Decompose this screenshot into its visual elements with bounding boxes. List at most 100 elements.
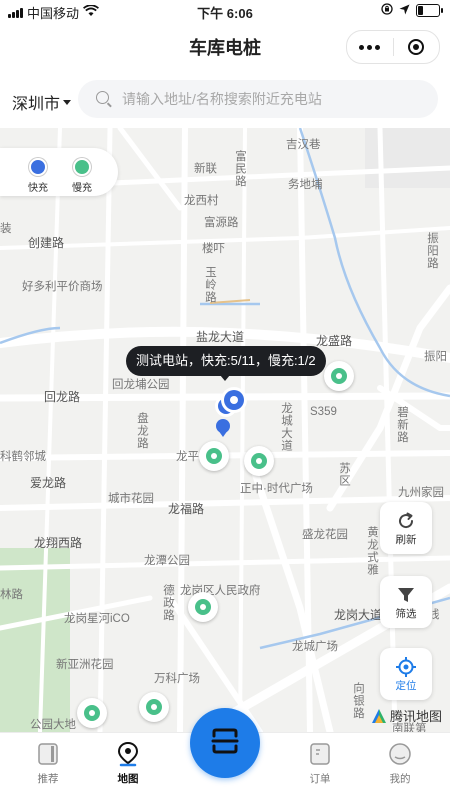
map-pin-icon	[98, 741, 158, 767]
order-icon	[290, 741, 350, 767]
place-label: 新亚洲花园	[56, 659, 114, 671]
target-circle-icon	[408, 39, 425, 55]
orientation-lock-icon	[381, 3, 393, 18]
location-arrow-icon	[399, 3, 410, 18]
more-dots-icon	[359, 44, 381, 50]
road-label: 向银路	[352, 682, 364, 720]
road-label: 玉岭路	[204, 266, 216, 304]
station-marker[interactable]	[77, 698, 107, 728]
road-label: 德政路	[162, 584, 174, 622]
station-marker[interactable]	[199, 441, 229, 471]
map-view[interactable]: 吉汉巷 新联 富民路 务地埔 龙西村 富源路 装 创建路 楼吓 玉岭路 好多利平…	[0, 128, 450, 732]
refresh-icon	[380, 510, 432, 532]
place-label: 九州家园	[398, 487, 444, 499]
road-label: 盐龙大道	[196, 330, 245, 344]
tab-mine[interactable]: 我的	[370, 741, 430, 786]
refresh-label: 刷新	[395, 534, 417, 546]
place-label: 龙岗星河iCO	[64, 613, 130, 625]
tab-orders-label: 订单	[309, 773, 331, 785]
legend-fast-label: 快充	[28, 183, 48, 194]
place-label: 龙城广场	[292, 641, 338, 653]
battery-icon	[416, 4, 443, 17]
road-label: 回龙路	[44, 390, 81, 404]
scan-icon	[210, 726, 240, 761]
station-tooltip[interactable]: 测试电站，快充:5/11，慢充:1/2	[126, 346, 326, 381]
filter-button[interactable]: 筛选	[380, 576, 432, 628]
legend-fast: 快充	[20, 158, 56, 194]
place-label: 盛龙花园	[302, 529, 348, 541]
place-label: 科鹤邻城	[0, 451, 46, 463]
station-marker[interactable]	[139, 692, 169, 722]
more-button[interactable]	[347, 31, 393, 63]
search-input[interactable]	[122, 80, 422, 118]
place-label: 龙平	[176, 451, 199, 463]
station-marker[interactable]	[188, 592, 218, 622]
place-label: 回龙埔公园	[112, 379, 170, 391]
road-label: 龙城大道	[280, 402, 292, 452]
road-label: S359	[310, 406, 337, 418]
place-label: 龙潭公园	[144, 555, 190, 567]
city-label: 深圳市	[12, 96, 61, 113]
place-label: 装	[0, 223, 12, 235]
place-label: 万科广场	[154, 673, 200, 685]
road-label: 富民路	[234, 150, 246, 188]
locate-label: 定位	[395, 680, 417, 692]
caret-down-icon	[63, 99, 72, 105]
city-selector[interactable]: 深圳市	[12, 90, 72, 114]
place-label: 公园大地	[30, 719, 76, 731]
refresh-button[interactable]: 刷新	[380, 502, 432, 554]
road-label: 碧新路	[396, 406, 408, 444]
crosshair-icon	[380, 656, 432, 678]
tab-map[interactable]: 地图	[98, 741, 158, 786]
tab-mine-label: 我的	[389, 773, 411, 785]
charger-legend: 快充 慢充	[0, 148, 118, 196]
place-label: 吉汉巷	[286, 139, 321, 151]
place-label: 振阳	[424, 351, 447, 363]
slow-charge-dot-icon	[73, 158, 91, 176]
road-label: 龙翔西路	[34, 536, 83, 550]
road-label: 盘龙路	[136, 412, 148, 450]
road-label: 创建路	[28, 236, 65, 250]
road-label: 爱龙路	[30, 476, 67, 490]
road-label: 富源路	[204, 217, 239, 229]
road-label: 苏区	[338, 462, 350, 487]
road-label: 龙岗大道	[334, 608, 383, 622]
tab-recommend[interactable]: 推荐	[18, 741, 78, 786]
search-row: 深圳市	[0, 76, 450, 122]
place-label: 城市花园	[108, 493, 154, 505]
tab-map-label: 地图	[117, 773, 139, 785]
scan-button[interactable]	[190, 708, 260, 778]
map-brand: 腾讯地图	[371, 706, 442, 725]
map-brand-label: 腾讯地图	[389, 709, 442, 724]
filter-label: 筛选	[395, 608, 417, 620]
legend-slow: 慢充	[64, 158, 100, 194]
legend-slow-label: 慢充	[72, 183, 92, 194]
selected-station-marker[interactable]	[206, 384, 254, 438]
place-label: 新联	[194, 163, 217, 175]
profile-icon	[370, 741, 430, 767]
place-label: 务地埔	[288, 179, 323, 191]
tab-recommend-label: 推荐	[37, 773, 59, 785]
recommend-icon	[18, 741, 78, 767]
tab-orders[interactable]: 订单	[290, 741, 350, 786]
funnel-icon	[380, 584, 432, 606]
road-label: 林路	[0, 589, 23, 601]
status-right	[381, 3, 443, 18]
search-box[interactable]	[78, 80, 438, 118]
station-marker[interactable]	[324, 361, 354, 391]
place-label: 楼吓	[202, 243, 225, 255]
place-label: 好多利平价商场	[22, 281, 103, 293]
close-miniprogram-button[interactable]	[394, 31, 440, 63]
place-label: 龙西村	[184, 195, 219, 207]
nav-bar: 车库电桩	[0, 24, 450, 68]
status-bar: 中国移动 下午 6:06	[0, 0, 450, 24]
search-icon	[96, 91, 109, 104]
fast-charge-dot-icon	[29, 158, 47, 176]
road-label: 龙福路	[168, 502, 205, 516]
locate-button[interactable]: 定位	[380, 648, 432, 700]
miniprogram-capsule	[346, 30, 440, 64]
place-label: 黄龙式雅	[366, 526, 378, 576]
station-marker[interactable]	[244, 446, 274, 476]
tencent-map-logo-icon	[371, 708, 387, 724]
road-label: 振阳路	[426, 232, 438, 270]
